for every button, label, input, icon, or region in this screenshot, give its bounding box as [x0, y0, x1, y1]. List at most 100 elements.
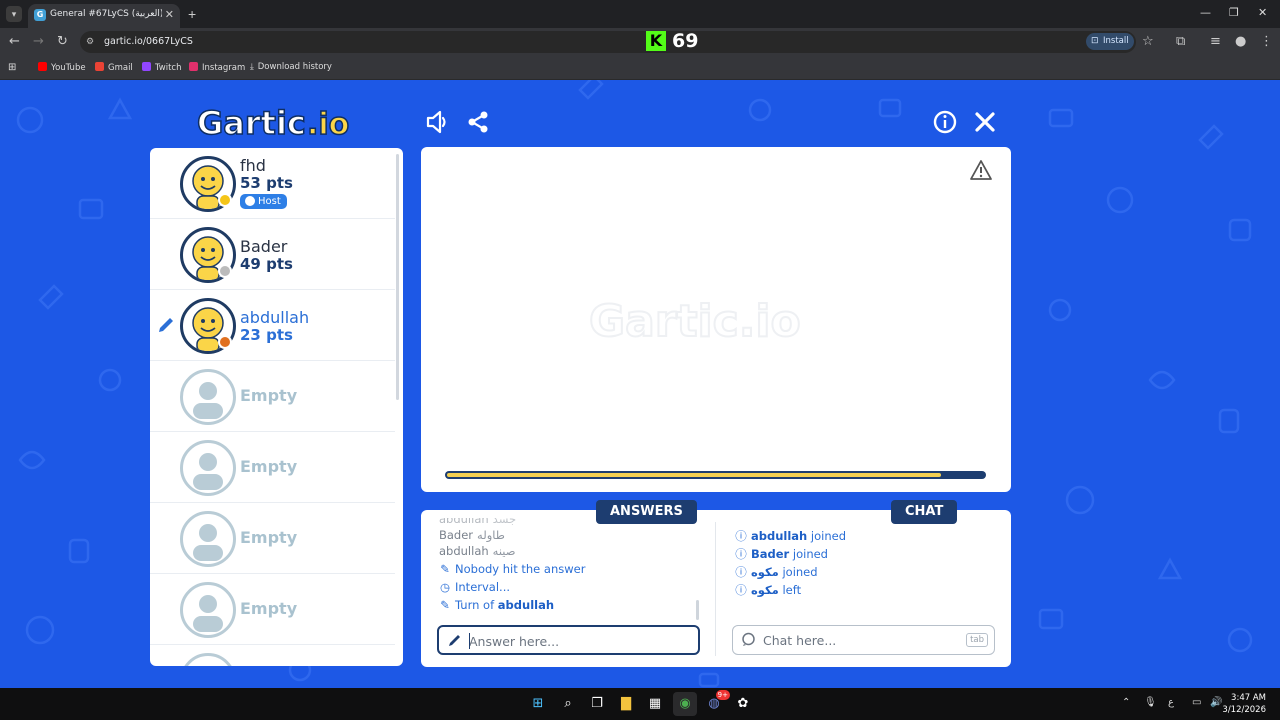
reload-icon[interactable]: ↻: [57, 34, 68, 49]
discord-icon[interactable]: ◍ 9+: [702, 690, 730, 716]
bookmark-star-icon[interactable]: ☆: [1142, 34, 1154, 49]
volume-icon[interactable]: 🔊: [1210, 697, 1222, 708]
empty-avatar-icon: [180, 653, 236, 666]
browser-tab[interactable]: G General #67LyCS (العربية) - Gartic ✕: [28, 4, 180, 28]
bookmark-youtube[interactable]: YouTube: [38, 62, 86, 73]
site-info-icon[interactable]: ⚙: [86, 36, 98, 48]
empty-avatar-icon: [180, 511, 236, 567]
windows-taskbar: ⊞ ⌕ ❐ ▇ ▦ ◉ ◍ 9+ ✿ ⌃ 🎙 ع ▭ 🔊 3:47 AM 3/12…: [0, 688, 1280, 720]
drawing-canvas[interactable]: Gartic.io: [421, 147, 1011, 492]
language-indicator[interactable]: ع: [1168, 697, 1174, 708]
minimize-button[interactable]: —: [1200, 6, 1211, 19]
svg-text:Gartic.io: Gartic.io: [589, 296, 801, 347]
status-indicator: [218, 193, 232, 207]
chat-bubble-icon: [742, 632, 755, 646]
host-badge: Host: [240, 194, 287, 209]
answer-input[interactable]: [469, 631, 669, 651]
media-control-icon[interactable]: ≡: [1210, 34, 1221, 49]
search-icon[interactable]: ⌕: [556, 692, 580, 716]
list-item: Bader طاوله: [439, 528, 505, 542]
list-item: ⓘ مكوه joined: [735, 565, 818, 579]
microphone-icon[interactable]: 🎙: [1144, 697, 1157, 708]
answers-log: abdullah جسد Bader طاوله abdullah صينه ✎ Nob…: [439, 518, 699, 622]
forward-icon[interactable]: →: [33, 34, 44, 49]
player-card-bader[interactable]: Bader 49 pts: [150, 219, 395, 290]
report-warning-icon[interactable]: [969, 159, 993, 181]
empty-slot: [150, 645, 395, 666]
file-explorer-icon[interactable]: ▇: [614, 692, 638, 716]
share-icon[interactable]: [465, 109, 491, 135]
address-bar[interactable]: ⚙ gartic.io/0667LyCS: [80, 31, 1136, 53]
info-icon: ⓘ: [735, 529, 747, 543]
menu-icon[interactable]: ⋮: [1260, 34, 1273, 49]
empty-slot: Empty: [150, 432, 395, 503]
answer-input-box[interactable]: [437, 625, 700, 655]
list-item: ⓘ مكوه left: [735, 583, 802, 597]
kick-logo-icon: K: [646, 31, 666, 51]
url-text: gartic.io/0667LyCS: [104, 36, 193, 47]
discord-badge: 9+: [715, 690, 730, 700]
back-icon[interactable]: ←: [9, 34, 20, 49]
clock-date: 3/12/2026: [1222, 705, 1266, 715]
tab-strip: ▾ G General #67LyCS (العربية) - Gartic ✕…: [0, 0, 1280, 28]
player-points: 49 pts: [240, 255, 293, 273]
bookmark-download-history[interactable]: ⤓ Download history: [250, 62, 332, 72]
tray-overflow-icon[interactable]: ⌃: [1122, 697, 1130, 708]
player-name: abdullah: [240, 308, 310, 327]
empty-avatar-icon: [180, 369, 236, 425]
tab-close-icon[interactable]: ✕: [165, 8, 174, 21]
chat-input-box[interactable]: tab: [732, 625, 995, 655]
list-item: ✎ Nobody hit the answer: [440, 562, 586, 576]
windows-start-icon[interactable]: ⊞: [526, 692, 550, 716]
tab-title: General #67LyCS (العربية) - Gartic: [50, 9, 162, 19]
new-tab-button[interactable]: +: [188, 6, 196, 22]
sound-icon[interactable]: [425, 109, 451, 135]
timer-fill: [447, 473, 941, 477]
apps-grid-icon[interactable]: ⊞: [8, 62, 16, 73]
text-caret: [469, 633, 470, 649]
network-icon[interactable]: ▭: [1192, 697, 1201, 708]
close-icon[interactable]: [972, 109, 998, 135]
bookmark-instagram[interactable]: Instagram: [189, 62, 245, 73]
system-clock[interactable]: 3:47 AM 3/12/2026: [1222, 692, 1266, 716]
install-icon: ⊡: [1091, 36, 1099, 46]
list-item: abdullah صينه: [439, 544, 516, 558]
game-page: Gartic .io fhd 53 pts Host Bader 49 pts …: [0, 80, 1280, 688]
tab-search-button[interactable]: ▾: [6, 6, 22, 22]
chat-log: ⓘ abdullah joined ⓘ Bader joined ⓘ مكوه joi…: [735, 528, 995, 628]
profile-avatar[interactable]: ●: [1235, 34, 1246, 49]
players-scrollbar[interactable]: [396, 154, 399, 400]
player-points: 53 pts: [240, 174, 293, 192]
empty-slot: Empty: [150, 361, 395, 432]
answers-scrollbar[interactable]: [696, 600, 699, 620]
player-name: Empty: [240, 457, 298, 476]
list-item: abdullah جسد: [439, 518, 517, 526]
player-name: Empty: [240, 599, 298, 618]
turn-timer-bar: [445, 471, 986, 479]
svg-text:.io: .io: [307, 107, 349, 142]
store-icon[interactable]: ▦: [643, 692, 667, 716]
chrome-icon[interactable]: ◉: [673, 692, 697, 716]
install-button[interactable]: ⊡ Install: [1086, 33, 1134, 50]
players-list: fhd 53 pts Host Bader 49 pts abdullah 23…: [150, 148, 403, 666]
player-name: fhd: [240, 156, 266, 175]
bookmark-twitch[interactable]: Twitch: [142, 62, 182, 73]
player-card-fhd[interactable]: fhd 53 pts Host: [150, 148, 395, 219]
pencil-icon: [159, 318, 173, 332]
list-item: ✎ Turn of abdullah: [440, 598, 555, 612]
info-icon: ⓘ: [735, 547, 747, 561]
status-indicator: [218, 335, 232, 349]
empty-avatar-icon: [180, 440, 236, 496]
list-item: ⓘ Bader joined: [735, 547, 828, 561]
app-icon[interactable]: ✿: [731, 692, 755, 716]
player-card-abdullah[interactable]: abdullah 23 pts: [150, 290, 395, 361]
info-icon[interactable]: [932, 109, 958, 135]
task-view-icon[interactable]: ❐: [585, 692, 609, 716]
chat-input[interactable]: [763, 630, 963, 650]
extensions-icon[interactable]: ⧉: [1176, 34, 1185, 49]
close-window-button[interactable]: ✕: [1258, 6, 1267, 19]
restore-button[interactable]: ❐: [1229, 6, 1239, 19]
pencil-icon: ✎: [440, 562, 450, 576]
panel-divider: [715, 522, 716, 656]
bookmark-gmail[interactable]: Gmail: [95, 62, 133, 73]
